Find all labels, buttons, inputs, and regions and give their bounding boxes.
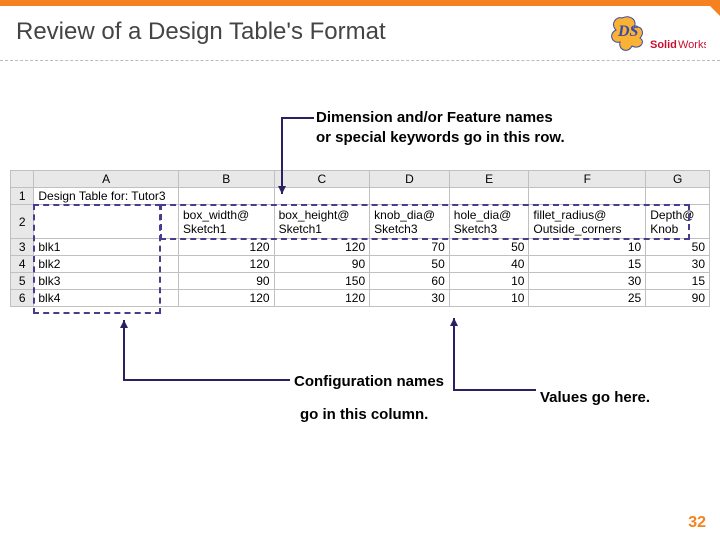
svg-text:DS: DS [617,23,639,40]
col-header: G [646,171,710,188]
cell: box_height@Sketch1 [274,205,370,239]
col-header: E [449,171,529,188]
cell: 120 [178,239,274,256]
cell: blk3 [34,273,179,290]
page-number: 32 [688,514,706,532]
cell: 120 [178,256,274,273]
cell: Depth@Knob [646,205,710,239]
callout-values: Values go here. [540,388,650,408]
cell: 150 [274,273,370,290]
col-header: C [274,171,370,188]
cell: knob_dia@Sketch3 [370,205,450,239]
row-header: 4 [11,256,34,273]
table-row: 5 blk3 90 150 60 10 30 15 [11,273,710,290]
cell: blk4 [34,290,179,307]
cell: 50 [370,256,450,273]
callout-header-row: Dimension and/or Feature names or specia… [316,108,565,147]
cell: blk1 [34,239,179,256]
col-header: A [34,171,179,188]
table-corner [11,171,34,188]
col-header: B [178,171,274,188]
row-header: 1 [11,188,34,205]
slide-title: Review of a Design Table's Format [16,18,600,46]
cell: 120 [274,290,370,307]
table-header-row: A B C D E F G [11,171,710,188]
cell: 120 [178,290,274,307]
logo-text-works: Works [678,39,706,51]
table-row: 1 Design Table for: Tutor3 [11,188,710,205]
cell: 30 [646,256,710,273]
cell: 60 [370,273,450,290]
connector-left [120,312,300,382]
corner-accent [704,0,720,16]
cell: 10 [529,239,646,256]
design-table: A B C D E F G 1 Design Table for: Tutor3… [10,170,710,307]
cell: 15 [646,273,710,290]
connector-right [440,310,550,395]
cell: 70 [370,239,450,256]
cell: box_width@Sketch1 [178,205,274,239]
row-header: 6 [11,290,34,307]
cell: 25 [529,290,646,307]
cell: 120 [274,239,370,256]
table-row: 2 box_width@Sketch1 box_height@Sketch1 k… [11,205,710,239]
solidworks-logo: DS Solid Works [610,14,706,61]
row-header: 3 [11,239,34,256]
cell: blk2 [34,256,179,273]
cell: 10 [449,290,529,307]
cell: 50 [646,239,710,256]
table-row: 6 blk4 120 120 30 10 25 90 [11,290,710,307]
row-header: 2 [11,205,34,239]
col-header: F [529,171,646,188]
cell: Design Table for: Tutor3 [34,188,179,205]
cell: 10 [449,273,529,290]
callout-config-column-2: go in this column. [300,405,428,425]
table-row: 4 blk2 120 90 50 40 15 30 [11,256,710,273]
logo-text-solid: Solid [650,39,677,51]
cell: 40 [449,256,529,273]
cell: hole_dia@Sketch3 [449,205,529,239]
cell: 15 [529,256,646,273]
cell: 30 [529,273,646,290]
cell: 30 [370,290,450,307]
cell: 90 [274,256,370,273]
cell: fillet_radius@Outside_corners [529,205,646,239]
callout-config-column: Configuration names [294,372,444,392]
table-row: 3 blk1 120 120 70 50 10 50 [11,239,710,256]
cell: 90 [178,273,274,290]
cell: 90 [646,290,710,307]
cell: 50 [449,239,529,256]
col-header: D [370,171,450,188]
row-header: 5 [11,273,34,290]
top-accent-bar [0,0,720,6]
